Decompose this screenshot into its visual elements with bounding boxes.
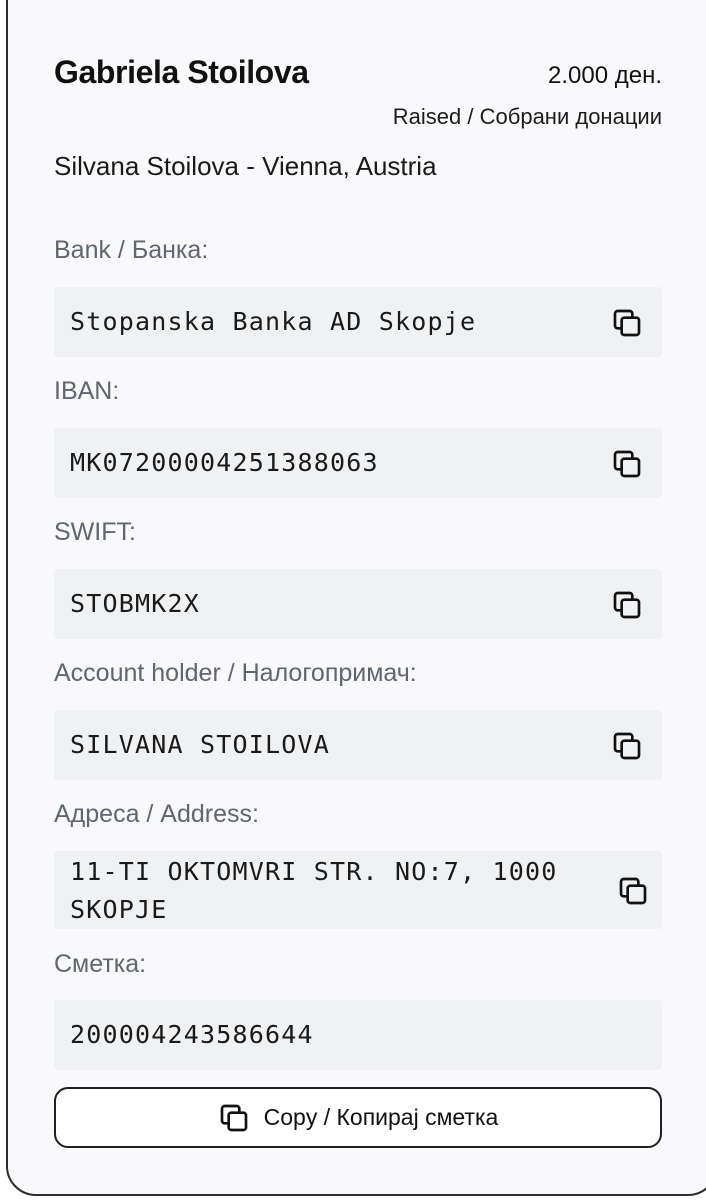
account-holder-label: Account holder / Налогопримач:	[54, 659, 417, 687]
swift-field: STOBMK2X	[54, 569, 662, 639]
copy-icon[interactable]	[611, 307, 643, 339]
raised-label: Raised / Собрани донации	[392, 104, 662, 129]
iban-field: MK07200004251388063	[54, 428, 662, 498]
iban-value: MK07200004251388063	[70, 448, 379, 477]
organizer-location: Silvana Stoilova - Vienna, Austria	[54, 151, 437, 181]
copy-icon[interactable]	[617, 875, 649, 907]
address-value-line2: SKOPJE	[70, 895, 168, 924]
beneficiary-name: Gabriela Stoilova	[54, 54, 309, 90]
iban-label: IBAN:	[54, 377, 120, 405]
raised-amount: 2.000 ден.	[548, 62, 662, 89]
copy-icon[interactable]	[611, 589, 643, 621]
swift-label: SWIFT:	[54, 518, 136, 546]
copy-account-button-label: Copy / Копирај сметка	[263, 1104, 499, 1130]
address-label: Адреса / Address:	[54, 800, 259, 828]
copy-icon	[218, 1102, 250, 1134]
account-number-value: 200004243586644	[70, 1020, 314, 1049]
swift-value: STOBMK2X	[70, 589, 201, 618]
copy-icon[interactable]	[611, 448, 643, 480]
copy-icon[interactable]	[611, 730, 643, 762]
address-value-line1: 11-TI OKTOMVRI STR. NO:7, 1000	[70, 857, 558, 886]
account-holder-field: SILVANA STOILOVA	[54, 710, 662, 780]
bank-field: Stopanska Banka AD Skopje	[54, 287, 662, 357]
account-number-field: 200004243586644	[54, 1000, 662, 1070]
account-number-label: Сметка:	[54, 950, 147, 978]
address-field: 11-TI OKTOMVRI STR. NO:7, 1000 SKOPJE	[54, 851, 662, 929]
account-holder-value: SILVANA STOILOVA	[70, 730, 331, 759]
copy-account-button[interactable]: Copy / Копирај сметка	[54, 1087, 662, 1148]
bank-label: Bank / Банка:	[54, 236, 209, 264]
bank-value: Stopanska Banka AD Skopje	[70, 307, 477, 336]
